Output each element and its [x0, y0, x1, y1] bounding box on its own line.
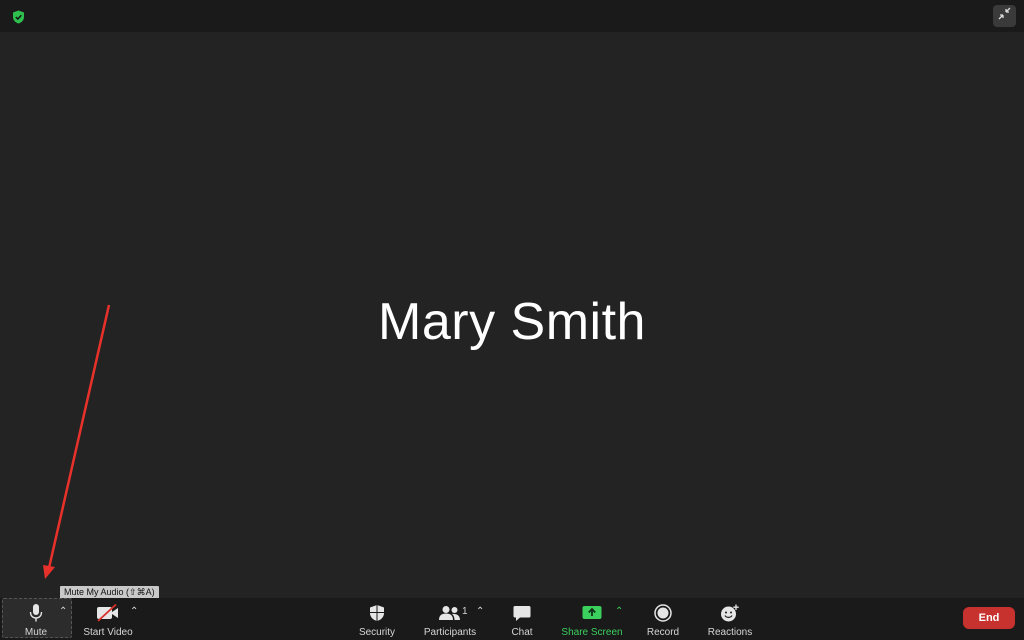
participants-button[interactable]: Participants: [420, 598, 480, 640]
mute-label: Mute: [24, 627, 48, 638]
security-label: Security: [358, 627, 396, 638]
reactions-button[interactable]: Reactions: [702, 598, 758, 640]
record-button[interactable]: Record: [640, 598, 686, 640]
meeting-toolbar: Mute ⌃ Start Video ⌃ Security Participan…: [0, 598, 1024, 640]
shield-check-icon[interactable]: [12, 10, 25, 24]
participants-icon: [438, 602, 462, 624]
security-button[interactable]: Security: [352, 598, 402, 640]
video-stage: Mary Smith: [0, 32, 1024, 598]
audio-options-caret[interactable]: ⌃: [59, 606, 67, 617]
mute-button[interactable]: Mute: [12, 598, 60, 640]
share-screen-button[interactable]: Share Screen: [560, 598, 624, 640]
top-bar: [0, 0, 1024, 32]
video-off-icon: [96, 602, 120, 624]
emoji-add-icon: [720, 602, 740, 624]
share-screen-icon: [582, 602, 602, 624]
microphone-icon: [29, 602, 43, 624]
participants-count: 1: [462, 606, 468, 617]
participants-options-caret[interactable]: ⌃: [476, 606, 484, 617]
chat-label: Chat: [511, 627, 533, 638]
start-video-button[interactable]: Start Video: [78, 598, 138, 640]
video-options-caret[interactable]: ⌃: [130, 606, 138, 617]
shield-icon: [369, 602, 385, 624]
exit-fullscreen-button[interactable]: [993, 5, 1016, 27]
reactions-label: Reactions: [707, 627, 753, 638]
share-options-caret[interactable]: ⌃: [615, 606, 623, 617]
record-icon: [654, 602, 672, 624]
record-label: Record: [646, 627, 680, 638]
chat-bubble-icon: [513, 602, 531, 624]
start-video-label: Start Video: [83, 627, 133, 638]
share-screen-label: Share Screen: [561, 627, 623, 638]
exit-fullscreen-icon: [998, 7, 1011, 25]
participants-label: Participants: [423, 627, 477, 638]
chat-button[interactable]: Chat: [502, 598, 542, 640]
participant-name: Mary Smith: [378, 293, 646, 351]
end-meeting-button[interactable]: End: [963, 607, 1015, 629]
